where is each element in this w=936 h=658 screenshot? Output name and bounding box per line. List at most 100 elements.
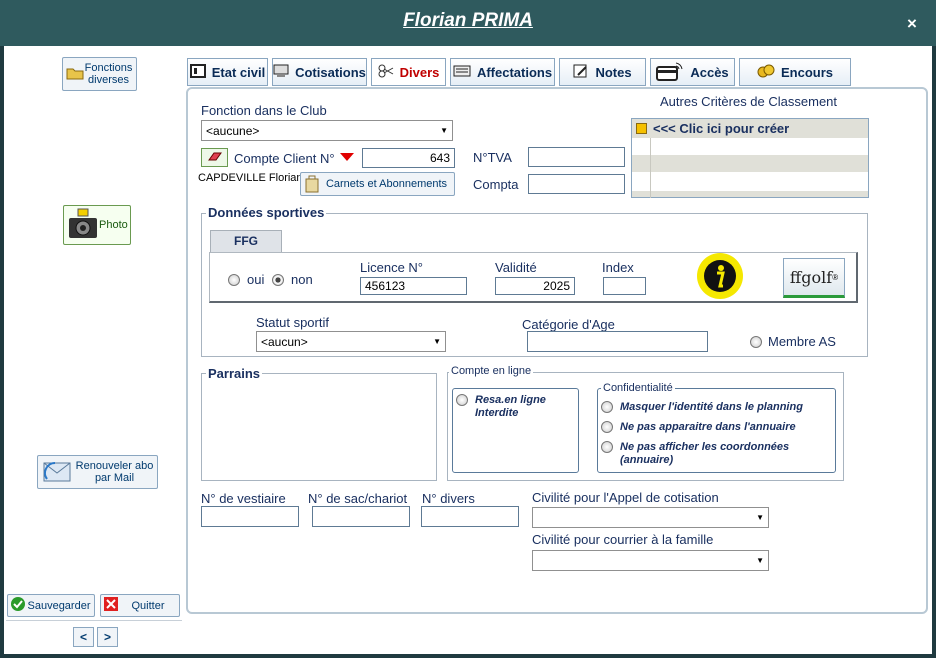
access-card-icon	[656, 61, 684, 84]
next-button[interactable]: >	[97, 627, 118, 647]
info-icon[interactable]	[697, 253, 743, 299]
chevron-down-icon: ▼	[440, 126, 448, 135]
tab-cotisations[interactable]: Cotisations	[272, 58, 367, 86]
fonctions-diverses-button[interactable]: Fonctions diverses	[62, 57, 137, 91]
tab-label: Affectations	[476, 64, 553, 80]
fonction-select[interactable]: <aucune> ▼	[201, 120, 453, 141]
cancel-icon	[103, 596, 119, 615]
parrains-group	[201, 373, 437, 481]
sidebar-divider	[6, 620, 182, 621]
validite-field[interactable]: 2025	[495, 277, 575, 295]
oui-radio[interactable]	[228, 274, 240, 286]
index-field[interactable]	[603, 277, 646, 295]
sac-chariot-field[interactable]	[312, 506, 410, 527]
tab-divers[interactable]: Divers	[371, 58, 446, 86]
vestiaire-label: N° de vestiaire	[201, 491, 286, 506]
bag-icon	[303, 173, 321, 196]
renouveler-abo-button[interactable]: Renouveler abo par Mail	[37, 455, 158, 489]
tab-encours[interactable]: Encours	[739, 58, 851, 86]
civilite-appel-select[interactable]: ▼	[532, 507, 769, 528]
register-icon	[273, 64, 289, 81]
keyboard-icon	[453, 65, 471, 80]
quitter-label: Quitter	[131, 599, 165, 612]
categorie-age-label: Catégorie d'Age	[522, 317, 615, 332]
triangle-down-icon[interactable]	[340, 153, 354, 161]
chevron-down-icon: ▼	[756, 513, 764, 522]
close-icon[interactable]: ×	[902, 14, 922, 34]
renouveler-label: Renouveler abo par Mail	[75, 460, 154, 484]
tab-label: Divers	[399, 64, 440, 80]
compte-en-ligne-title: Compte en ligne	[449, 365, 534, 377]
chevron-down-icon: ▼	[756, 556, 764, 565]
carnets-abonnements-button[interactable]: Carnets et Abonnements	[300, 172, 455, 196]
photo-label: Photo	[99, 219, 128, 231]
tab-label: Accès	[690, 64, 729, 80]
ffgolf-logo: ffgolf	[789, 267, 833, 287]
check-icon	[10, 596, 26, 615]
civilite-courrier-select[interactable]: ▼	[532, 550, 769, 571]
parrains-title: Parrains	[206, 366, 263, 381]
criteres-column-divider	[650, 138, 651, 198]
vestiaire-field[interactable]	[201, 506, 299, 527]
criteres-table[interactable]: <<< Clic ici pour créer	[631, 118, 869, 198]
coins-icon	[757, 64, 775, 81]
non-label: non	[291, 272, 313, 287]
id-card-icon	[189, 63, 206, 81]
non-radio[interactable]	[272, 274, 284, 286]
compta-field[interactable]	[528, 174, 625, 194]
sauvegarder-button[interactable]: Sauvegarder	[7, 594, 95, 617]
coordonnees-label: Ne pas afficher les coordonnées (annuair…	[620, 441, 790, 466]
tab-label: Notes	[595, 64, 632, 80]
photo-button[interactable]: Photo	[63, 205, 131, 245]
previous-button[interactable]: <	[73, 627, 94, 647]
donnees-sportives-title: Données sportives	[206, 205, 327, 220]
ntva-label: N°TVA	[473, 150, 512, 165]
tab-etat-civil[interactable]: Etat civil	[187, 58, 268, 86]
masquer-identite-label: Masquer l'identité dans le planning	[620, 401, 803, 413]
statut-sportif-select[interactable]: <aucun> ▼	[256, 331, 446, 352]
compte-client-field[interactable]: 643	[362, 148, 455, 168]
ffg-tab[interactable]: FFG	[210, 230, 282, 253]
mail-refresh-icon	[41, 457, 75, 488]
quitter-button[interactable]: Quitter	[100, 594, 180, 617]
oui-label: oui	[247, 272, 265, 287]
resa-interdite-label: Resa.en ligne Interdite	[475, 394, 546, 419]
fonction-label: Fonction dans le Club	[201, 103, 327, 118]
compte-client-label: Compte Client N°	[234, 151, 335, 166]
registered-mark: ®	[832, 272, 839, 282]
note-pencil-icon	[573, 64, 589, 81]
ffgolf-logo-button[interactable]: ffgolf ®	[783, 258, 845, 298]
membre-as-radio[interactable]	[750, 336, 762, 348]
criteres-row	[632, 155, 868, 172]
criteres-row-create[interactable]: <<< Clic ici pour créer	[632, 119, 868, 138]
confidentialite-title: Confidentialité	[601, 382, 675, 394]
eraser-icon	[207, 150, 223, 165]
fonction-value: <aucune>	[206, 123, 260, 138]
criteres-row	[632, 191, 868, 197]
criteres-create-label: <<< Clic ici pour créer	[653, 121, 790, 136]
tab-notes[interactable]: Notes	[559, 58, 646, 86]
tab-affectations[interactable]: Affectations	[450, 58, 555, 86]
camera-icon	[67, 207, 99, 244]
folder-icon	[66, 66, 84, 83]
annuaire-radio[interactable]	[601, 421, 613, 433]
divers-field[interactable]	[421, 506, 519, 527]
add-item-icon	[636, 123, 647, 134]
tab-label: Etat civil	[211, 64, 266, 80]
coordonnees-radio[interactable]	[601, 441, 613, 453]
validite-label: Validité	[495, 260, 537, 275]
statut-sportif-label: Statut sportif	[256, 315, 329, 330]
ntva-field[interactable]	[528, 147, 625, 167]
fonctions-diverses-label: Fonctions diverses	[84, 62, 133, 86]
masquer-identite-radio[interactable]	[601, 401, 613, 413]
carnets-label: Carnets et Abonnements	[325, 178, 448, 190]
tab-label: Cotisations	[295, 64, 366, 80]
eraser-button[interactable]	[201, 148, 228, 167]
tab-label: Encours	[780, 64, 833, 80]
tab-acces[interactable]: Accès	[650, 58, 735, 86]
scissors-icon	[378, 64, 394, 81]
sac-chariot-label: N° de sac/chariot	[308, 491, 408, 506]
licence-field[interactable]: 456123	[360, 277, 467, 295]
resa-interdite-radio[interactable]	[456, 394, 468, 406]
categorie-age-field[interactable]	[527, 331, 708, 352]
